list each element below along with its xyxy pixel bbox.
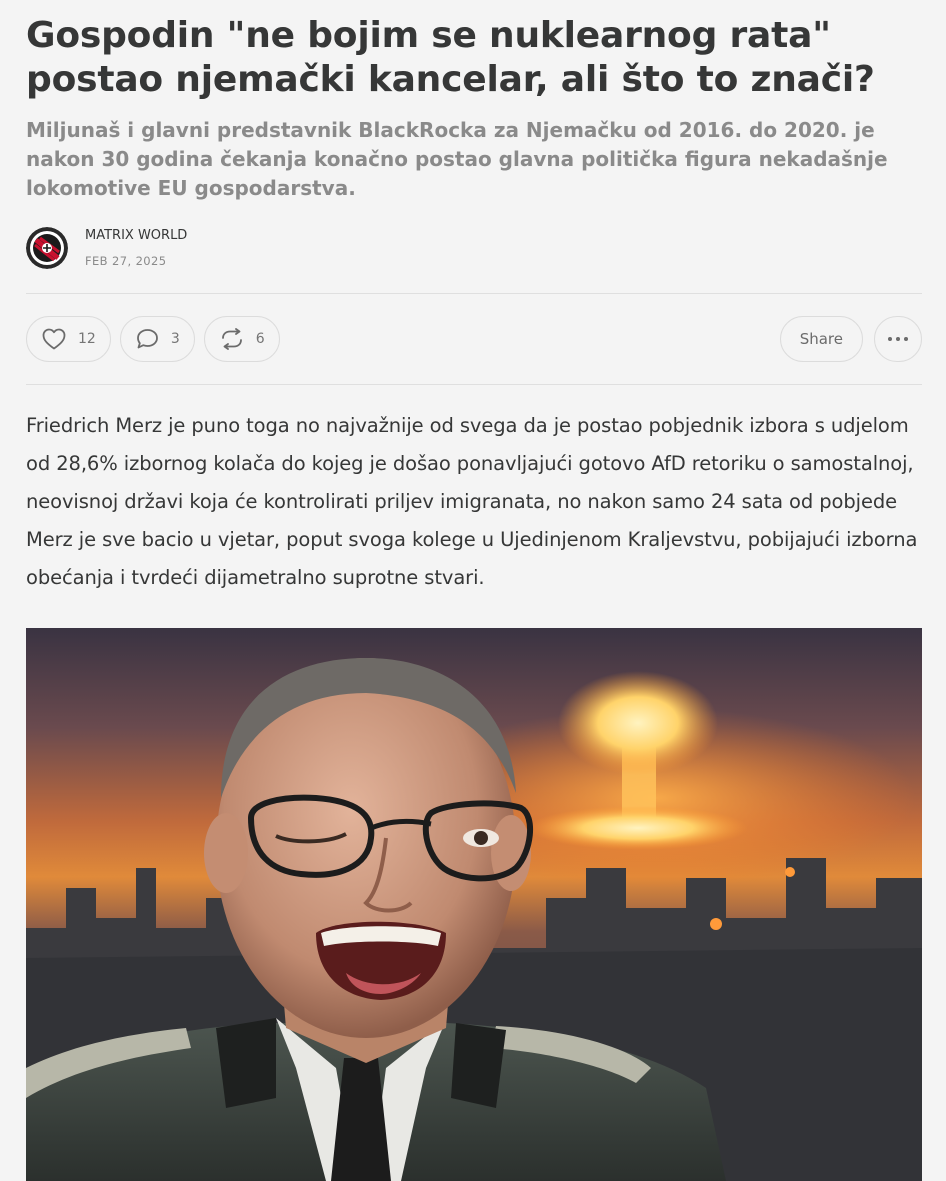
- article-body-paragraph: Friedrich Merz je puno toga no najvažnij…: [26, 414, 918, 589]
- speech-bubble-icon: [136, 329, 158, 349]
- more-options-button[interactable]: [874, 316, 922, 362]
- restack-count: 6: [255, 331, 265, 347]
- author-name-link[interactable]: MATRIX WORLD: [85, 228, 187, 244]
- like-count: 12: [78, 331, 96, 347]
- comment-count: 3: [170, 331, 180, 347]
- share-button[interactable]: Share: [779, 316, 863, 362]
- divider-bottom: [26, 384, 922, 385]
- right-actions: Share: [779, 316, 922, 362]
- post-subtitle: Miljunaš i glavni predstavnik BlackRocka…: [26, 118, 888, 200]
- article-hero-image[interactable]: [26, 628, 922, 1181]
- post-actions-bar: 12 3 6 Share: [26, 294, 922, 384]
- heart-icon: [42, 328, 66, 350]
- matrix-world-logo-icon: [26, 227, 68, 269]
- ellipsis-icon: [888, 337, 908, 341]
- author-avatar[interactable]: [26, 227, 68, 269]
- byline-meta: MATRIX WORLD FEB 27, 2025: [85, 228, 187, 268]
- byline: MATRIX WORLD FEB 27, 2025: [26, 225, 922, 271]
- post-container: Gospodin "ne bojim se nuklearnog rata" p…: [26, 0, 922, 597]
- like-button[interactable]: 12: [26, 316, 111, 362]
- restack-arrows-icon: [221, 328, 242, 350]
- post-title: Gospodin "ne bojim se nuklearnog rata" p…: [26, 15, 875, 100]
- restack-button[interactable]: 6: [203, 316, 280, 362]
- comment-button[interactable]: 3: [119, 316, 195, 362]
- post-date: FEB 27, 2025: [85, 254, 167, 268]
